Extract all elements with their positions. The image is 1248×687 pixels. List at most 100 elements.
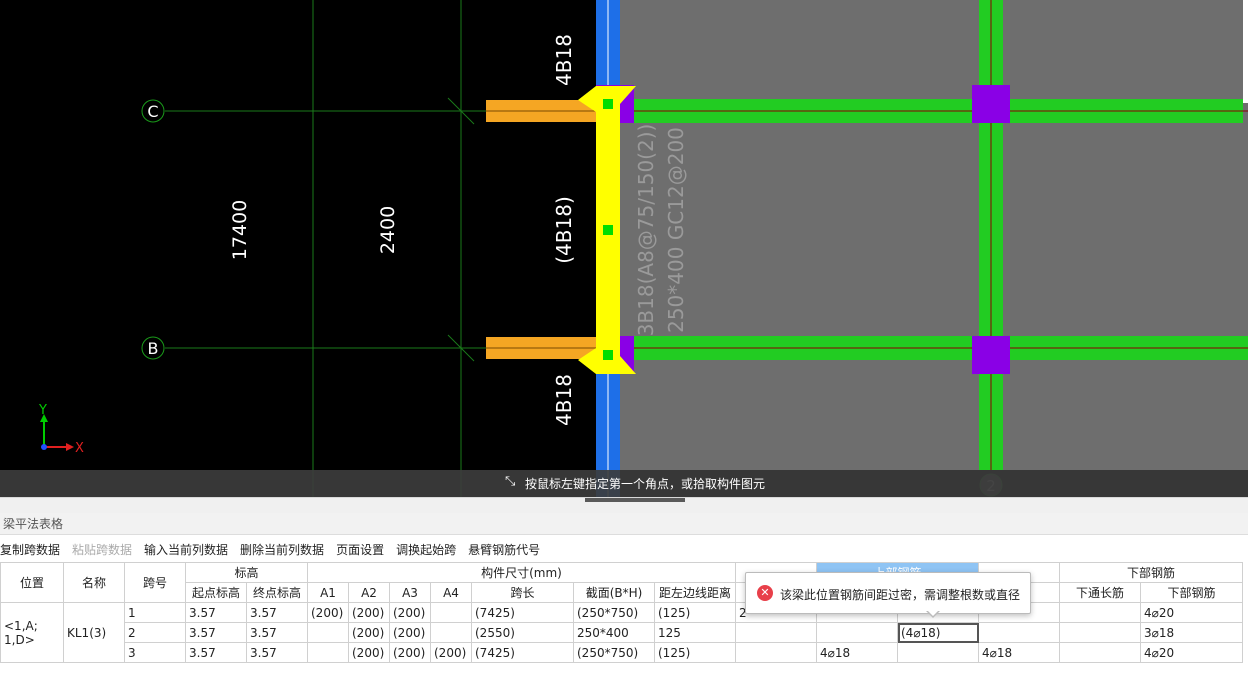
grip-point[interactable] [603, 99, 613, 109]
cell-c1[interactable] [735, 642, 817, 663]
table-row[interactable]: 3 3.57 3.57 (200) (200) (200) (7425) (25… [1, 642, 1243, 663]
cell-a4[interactable] [430, 622, 472, 643]
header-distance-left[interactable]: 距左边线距离 [654, 582, 736, 603]
origin-point [41, 444, 47, 450]
cell-bottom[interactable]: 3⌀18 [1140, 622, 1243, 643]
header-end-elevation[interactable]: 终点标高 [246, 582, 308, 603]
header-span-length[interactable]: 跨长 [471, 582, 574, 603]
cell-distance[interactable]: 125 [654, 622, 736, 643]
rebar-label-mid[interactable]: (4B18) [552, 196, 576, 264]
swap-start-span-button[interactable]: 调换起始跨 [396, 537, 462, 561]
command-prompt: 按鼠标左键指定第一个角点，或拾取构件图元 [525, 477, 766, 491]
cell-a3[interactable]: (200) [389, 622, 431, 643]
cell-span-length[interactable]: (7425) [471, 602, 574, 623]
header-dimensions[interactable]: 构件尺寸(mm) [307, 562, 736, 583]
input-column-data-button[interactable]: 输入当前列数据 [144, 537, 234, 561]
header-position[interactable]: 位置 [0, 562, 64, 603]
header-a3[interactable]: A3 [389, 582, 431, 603]
beam-table: 位置 名称 跨号 标高 构件尺寸(mm) 上部钢筋 下部钢筋 起点标高 终点标高… [0, 562, 1243, 663]
rebar-label-bottom[interactable]: 4B18 [552, 374, 576, 426]
cell-name[interactable]: KL1(3) [63, 602, 125, 663]
column-purple[interactable] [972, 336, 1010, 374]
cell-start-elev[interactable]: 3.57 [185, 622, 247, 643]
cell-c4[interactable]: 4⌀18 [978, 642, 1060, 663]
cell-end-elev[interactable]: 3.57 [246, 622, 308, 643]
cell-bottom[interactable]: 4⌀20 [1140, 642, 1243, 663]
header-elevation[interactable]: 标高 [185, 562, 308, 583]
header-section[interactable]: 截面(B*H) [573, 582, 655, 603]
page-setup-button[interactable]: 页面设置 [336, 537, 390, 561]
cell-distance[interactable]: (125) [654, 642, 736, 663]
header-bottom-rebar[interactable]: 下部钢筋 [1059, 562, 1243, 583]
cell-c3[interactable] [897, 642, 979, 663]
cell-a3[interactable]: (200) [389, 602, 431, 623]
cell-a1[interactable] [307, 622, 349, 643]
cell-end-elev[interactable]: 3.57 [246, 642, 308, 663]
cell-position[interactable]: <1,A; 1,D> [0, 602, 64, 663]
grip-point[interactable] [603, 350, 613, 360]
y-axis-label: Y [38, 403, 47, 418]
cantilever-rebar-code-button[interactable]: 悬臂钢筋代号 [468, 537, 546, 561]
axis-label-c: C [147, 102, 158, 121]
panel-title: 梁平法表格 [0, 513, 1248, 535]
cell-span[interactable]: 3 [124, 642, 186, 663]
column-purple[interactable] [972, 85, 1010, 123]
cell-end-elev[interactable]: 3.57 [246, 602, 308, 623]
cell-c2[interactable] [816, 622, 898, 643]
cell-a1[interactable]: (200) [307, 602, 349, 623]
cell-start-elev[interactable]: 3.57 [185, 642, 247, 663]
cell-c2[interactable]: 4⌀18 [816, 642, 898, 663]
table-row[interactable]: <1,A; 1,D> KL1(3) 1 3.57 3.57 (200) (200… [0, 602, 1243, 663]
cell-a2[interactable]: (200) [348, 602, 390, 623]
cell-span-length[interactable]: (7425) [471, 642, 574, 663]
header-span-no[interactable]: 跨号 [124, 562, 186, 603]
cell-span[interactable]: 1 [124, 602, 186, 623]
cell-a4[interactable] [430, 602, 472, 623]
beam-stirrup-label[interactable]: 3B18(A8@75/150(2)) [634, 124, 658, 337]
cell-c5[interactable] [1059, 602, 1141, 623]
splitter-handle[interactable] [585, 498, 685, 502]
header-a2[interactable]: A2 [348, 582, 390, 603]
cell-a3[interactable]: (200) [389, 642, 431, 663]
error-tooltip: ✕ 该梁此位置钢筋间距过密，需调整根数或直径 [745, 572, 1031, 614]
cell-a2[interactable]: (200) [348, 622, 390, 643]
cell-start-elev[interactable]: 3.57 [185, 602, 247, 623]
header-a1[interactable]: A1 [307, 582, 349, 603]
cell-a2[interactable]: (200) [348, 642, 390, 663]
cell-c5[interactable] [1059, 622, 1141, 643]
cell-span-length[interactable]: (2550) [471, 622, 574, 643]
grip-point[interactable] [603, 225, 613, 235]
header-bottom-through[interactable]: 下通长筋 [1059, 582, 1141, 603]
copy-span-data-button[interactable]: 复制跨数据 [0, 537, 66, 561]
rebar-label-top[interactable]: 4B18 [552, 34, 576, 86]
cell-c5[interactable] [1059, 642, 1141, 663]
cell-section[interactable]: 250*400 [573, 622, 655, 643]
cad-drawing[interactable]: C B 17400 2400 4B18 (4B18) 4B18 3B18(A8@… [0, 0, 1248, 497]
beam-section-label[interactable]: 250*400 GC12@200 [664, 127, 688, 333]
cell-a4[interactable]: (200) [430, 642, 472, 663]
header-a4[interactable]: A4 [430, 582, 472, 603]
table-row[interactable]: 2 3.57 3.57 (200) (200) (2550) 250*400 1… [1, 622, 1243, 643]
header-name[interactable]: 名称 [63, 562, 125, 603]
paste-span-data-button[interactable]: 粘贴跨数据 [72, 537, 138, 561]
shrink-arrows-icon: ⤡ [505, 474, 516, 489]
cell-a1[interactable] [307, 642, 349, 663]
delete-column-data-button[interactable]: 删除当前列数据 [240, 537, 330, 561]
cad-drawing-canvas[interactable]: C B 17400 2400 4B18 (4B18) 4B18 3B18(A8@… [0, 0, 1248, 497]
cell-span[interactable]: 2 [124, 622, 186, 643]
panel-splitter[interactable] [0, 497, 1248, 514]
cell-section[interactable]: (250*750) [573, 602, 655, 623]
x-axis-arrowhead [66, 443, 74, 451]
slab-area[interactable] [620, 0, 1248, 470]
table-toolbar: 复制跨数据 粘贴跨数据 输入当前列数据 删除当前列数据 页面设置 调换起始跨 悬… [0, 537, 552, 561]
header-start-elevation[interactable]: 起点标高 [185, 582, 247, 603]
cell-c1[interactable] [735, 622, 817, 643]
slab-edge [1243, 0, 1248, 103]
beam-table-wrapper: 位置 名称 跨号 标高 构件尺寸(mm) 上部钢筋 下部钢筋 起点标高 终点标高… [0, 562, 1248, 687]
cell-distance[interactable]: (125) [654, 602, 736, 623]
cell-c3-selected[interactable]: (4⌀18) [897, 622, 979, 643]
header-bottom-bars[interactable]: 下部钢筋 [1140, 582, 1243, 603]
cell-bottom[interactable]: 4⌀20 [1140, 602, 1243, 623]
cell-section[interactable]: (250*750) [573, 642, 655, 663]
cell-c4[interactable] [978, 622, 1060, 643]
